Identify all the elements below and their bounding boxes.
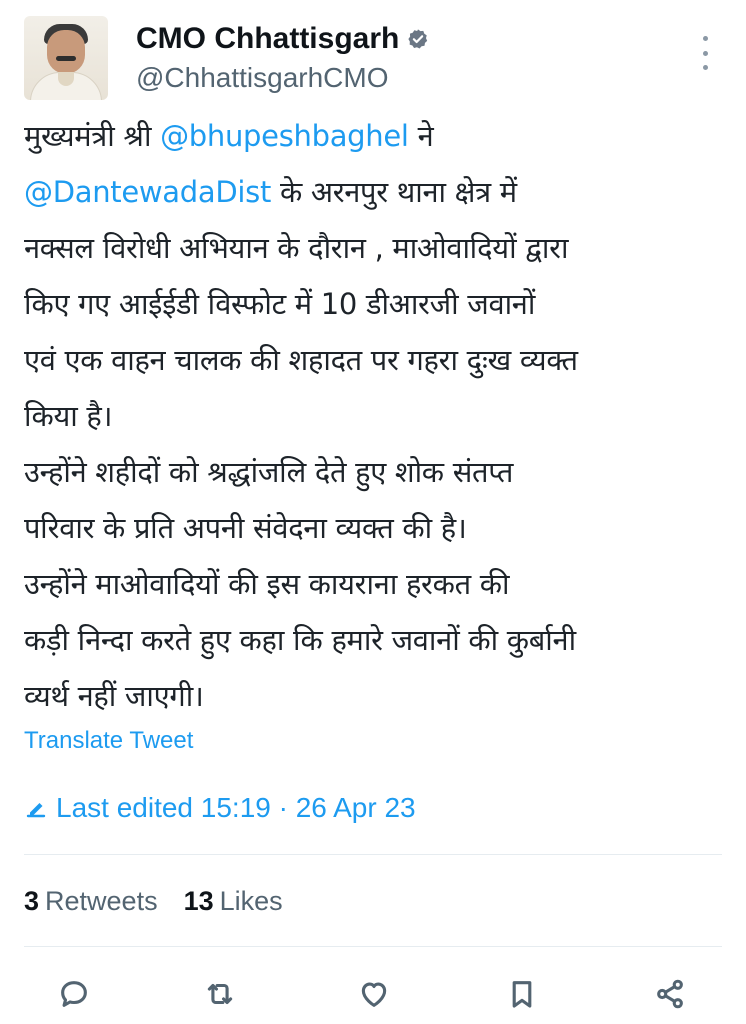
- tweet-header: CMO Chhattisgarh @ChhattisgarhCMO: [24, 16, 722, 102]
- retweets-label: Retweets: [45, 886, 158, 916]
- tweet-line: नक्सल विरोधी अभियान के दौरान , माओवादियो…: [24, 220, 724, 276]
- tweet-text-segment: कड़ी निन्दा करते हुए कहा कि हमारे जवानों…: [24, 623, 576, 657]
- tweet-line: @DantewadaDist के अरनपुर थाना क्षेत्र मे…: [24, 164, 724, 220]
- tweet-text-segment: के अरनपुर थाना क्षेत्र में: [271, 175, 517, 209]
- tweet-text-segment: किए गए आईईडी विस्फोट में 10 डीआरजी जवानो…: [24, 287, 536, 321]
- more-options-icon[interactable]: [700, 36, 710, 70]
- handle[interactable]: @ChhattisgarhCMO: [136, 62, 389, 94]
- pencil-icon: [26, 803, 46, 818]
- retweet-button[interactable]: [198, 972, 242, 1016]
- last-edited-link[interactable]: Last edited 15:19 · 26 Apr 23: [24, 792, 416, 824]
- reply-icon: [61, 981, 87, 1007]
- action-bar: [0, 972, 746, 1020]
- tweet-line: मुख्यमंत्री श्री @bhupeshbaghel ने: [24, 108, 724, 164]
- share-button[interactable]: [648, 972, 692, 1016]
- divider: [24, 854, 722, 855]
- like-button[interactable]: [352, 972, 396, 1016]
- retweets-count: 3: [24, 886, 40, 916]
- divider: [24, 946, 722, 947]
- reply-button[interactable]: [52, 972, 96, 1016]
- mention-link[interactable]: @bhupeshbaghel: [160, 119, 409, 153]
- tweet-text-segment: उन्होंने माओवादियों की इस कायराना हरकत क…: [24, 567, 510, 601]
- tweet-text-segment: व्यर्थ नहीं जाएगी।: [24, 679, 204, 713]
- avatar[interactable]: [24, 16, 108, 100]
- last-edited-text: Last edited 15:19 · 26 Apr 23: [56, 792, 416, 823]
- bookmark-button[interactable]: [500, 972, 544, 1016]
- mention-link[interactable]: @DantewadaDist: [24, 175, 271, 209]
- tweet-text-segment: मुख्यमंत्री श्री: [24, 119, 161, 153]
- tweet-line: उन्होंने माओवादियों की इस कायराना हरकत क…: [24, 556, 724, 612]
- tweet-text-segment: परिवार के प्रति अपनी संवेदना व्यक्त की ह…: [24, 511, 467, 545]
- tweet-line: किया है।: [24, 388, 724, 444]
- tweet-line: उन्होंने शहीदों को श्रद्धांजलि देते हुए …: [24, 444, 724, 500]
- engagement-stats: 3 Retweets 13 Likes: [24, 886, 283, 917]
- tweet-text-segment: उन्होंने शहीदों को श्रद्धांजलि देते हुए …: [24, 455, 514, 489]
- tweet-text-segment: नक्सल विरोधी अभियान के दौरान , माओवादियो…: [24, 231, 569, 265]
- tweet-text-segment: किया है।: [24, 399, 113, 433]
- tweet-text-segment: एवं एक वाहन चालक की शहादत पर गहरा दुःख व…: [24, 343, 578, 377]
- likes-stat[interactable]: 13 Likes: [184, 886, 283, 917]
- display-name[interactable]: CMO Chhattisgarh: [136, 22, 399, 56]
- tweet-line: व्यर्थ नहीं जाएगी।: [24, 668, 724, 724]
- share-icon: [657, 979, 683, 1009]
- bookmark-icon: [512, 981, 532, 1008]
- tweet-card: CMO Chhattisgarh @ChhattisgarhCMO मुख्यम…: [0, 0, 746, 1024]
- heart-icon: [361, 982, 387, 1007]
- tweet-text-segment: ने: [408, 119, 434, 153]
- tweet-line: परिवार के प्रति अपनी संवेदना व्यक्त की ह…: [24, 500, 724, 556]
- tweet-line: किए गए आईईडी विस्फोट में 10 डीआरजी जवानो…: [24, 276, 724, 332]
- tweet-text: मुख्यमंत्री श्री @bhupeshbaghel ने @Dante…: [24, 108, 724, 724]
- translate-tweet-link[interactable]: Translate Tweet: [24, 727, 193, 755]
- verified-badge-icon: [408, 29, 428, 49]
- likes-label: Likes: [219, 886, 283, 916]
- name-row: CMO Chhattisgarh: [136, 22, 429, 56]
- tweet-line: कड़ी निन्दा करते हुए कहा कि हमारे जवानों…: [24, 612, 724, 668]
- tweet-line: एवं एक वाहन चालक की शहादत पर गहरा दुःख व…: [24, 332, 724, 388]
- retweet-icon: [207, 983, 233, 1005]
- retweets-stat[interactable]: 3 Retweets: [24, 886, 158, 917]
- likes-count: 13: [183, 886, 214, 916]
